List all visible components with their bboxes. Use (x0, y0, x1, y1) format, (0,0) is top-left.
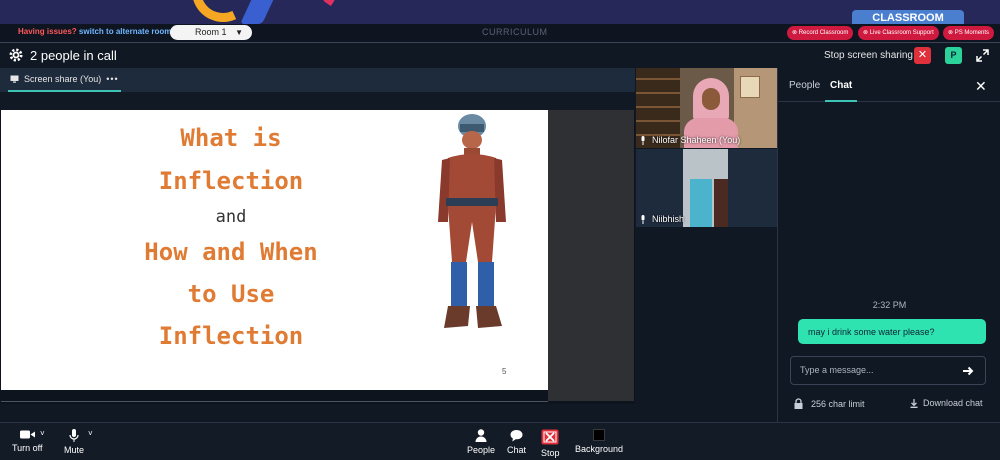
stop-screen-sharing-button[interactable]: ✕ (914, 47, 931, 64)
chat-panel: People Chat ✕ 2:32 PM may i drink some w… (777, 68, 1000, 422)
slide-line-4: How and When (144, 238, 318, 266)
slide-line-5: to Use (187, 280, 275, 308)
more-options-icon[interactable]: ••• (106, 74, 118, 84)
mute-label: Mute (64, 445, 85, 455)
chevron-down-icon[interactable]: ˅ (40, 429, 45, 438)
ps-moments-button[interactable]: ⊗ PS Moments (943, 26, 995, 40)
tab-screen-share[interactable]: Screen share (You) ••• (8, 68, 121, 92)
call-controls: Turn off ˅ Mute ˅ People Chat Stop Backg… (0, 422, 1000, 460)
record-classroom-label: Record Classroom (798, 30, 849, 36)
participant-name-tag: Niibhish (640, 214, 684, 224)
mic-icon (641, 135, 645, 145)
video-tile-self[interactable]: Nilofar Shaheen (You) (636, 68, 777, 148)
chat-tabs: People Chat ✕ (778, 68, 1000, 102)
call-header: 2 people in call Stop screen sharing ✕ P (0, 43, 1000, 68)
divider (1, 401, 548, 402)
poster (740, 76, 760, 98)
people-label: People (467, 445, 496, 455)
slide-line-6: Inflection (158, 322, 304, 350)
chat-timestamp: 2:32 PM (872, 300, 907, 310)
ps-moments-label: PS Moments (954, 30, 990, 36)
lock-icon (794, 398, 803, 409)
stop-share-button[interactable]: Stop (541, 429, 560, 458)
issues-notice: Having issues? switch to alternate room (18, 27, 171, 36)
participant-name-tag: Nilofar Shaheen (You) (640, 135, 740, 145)
turn-off-label: Turn off (12, 443, 43, 453)
chat-button[interactable]: Chat (507, 429, 526, 455)
stop-share-icon (541, 429, 559, 445)
participant-face (702, 88, 720, 110)
presentation-slide: What is Inflection and How and When to U… (1, 110, 548, 390)
tab-people[interactable]: People (789, 80, 820, 91)
tab-chat[interactable]: Chat (825, 68, 858, 102)
gear-icon[interactable] (8, 47, 24, 63)
chevron-down-icon: ▼ (235, 28, 243, 37)
char-limit-info: 256 char limit (794, 398, 865, 409)
room-select-value: Room 1 (195, 27, 227, 37)
background-button[interactable]: Background (575, 429, 623, 454)
record-classroom-button[interactable]: ⊗ Record Classroom (787, 26, 854, 40)
slide-page-number: 5 (502, 367, 507, 376)
slide-line-1: What is (180, 124, 282, 152)
live-support-button[interactable]: ⊗ Live Classroom Support (858, 26, 939, 40)
participant-name: Nilofar Shaheen (You) (652, 135, 741, 145)
call-window: 2 people in call Stop screen sharing ✕ P… (0, 42, 1000, 460)
expand-icon[interactable] (976, 49, 989, 62)
stage-top-strip (0, 92, 635, 110)
participant-silhouette (714, 179, 728, 227)
logo-arc-pink (252, 0, 344, 24)
char-limit-label: 256 char limit (811, 398, 865, 409)
participant-name: Niibhish (652, 214, 685, 224)
mic-icon (69, 429, 79, 442)
close-icon[interactable]: ✕ (975, 78, 987, 95)
background-label: Background (575, 444, 624, 454)
turn-off-camera-button[interactable]: Turn off (12, 429, 43, 453)
curtain (690, 179, 712, 227)
share-tab-bar: Screen share (You) ••• (0, 68, 635, 92)
download-chat-label: Download chat (923, 398, 983, 408)
chat-message-input[interactable]: Type a message... (790, 356, 986, 385)
chevron-down-icon[interactable]: ˅ (88, 429, 93, 438)
stop-screen-sharing-label: Stop screen sharing (824, 50, 913, 61)
slide-line-2: Inflection (158, 167, 304, 195)
download-chat-button[interactable]: Download chat (910, 398, 983, 408)
background-icon (593, 429, 606, 441)
top-banner: CLASSROOM (0, 0, 1000, 24)
people-count: 2 people in call (30, 48, 117, 63)
chat-bubble-icon (510, 430, 523, 442)
mute-button[interactable]: Mute (64, 429, 84, 455)
stop-label: Stop (541, 448, 560, 458)
screen-share-stage: What is Inflection and How and When to U… (0, 92, 635, 404)
screen-share-label: Screen share (You) (24, 74, 102, 84)
slide-line-3: and (215, 207, 247, 227)
mic-icon (641, 214, 645, 224)
download-icon (910, 398, 918, 408)
screen-icon (10, 75, 19, 83)
curriculum-label[interactable]: CURRICULUM (482, 27, 548, 37)
chat-message: may i drink some water please? (798, 319, 986, 344)
classroom-tab[interactable]: CLASSROOM (852, 10, 964, 24)
avatar[interactable]: P (945, 47, 962, 64)
chat-label: Chat (507, 445, 527, 455)
room-select[interactable]: Room 1 ▼ (170, 25, 252, 40)
top-toolbar: Having issues? switch to alternate room … (0, 24, 1000, 42)
issues-text: Having issues? (18, 27, 77, 36)
video-tile-participant[interactable]: Niibhish (636, 149, 777, 227)
live-support-label: Live Classroom Support (869, 30, 934, 36)
camera-icon (19, 430, 35, 439)
alternate-room-link[interactable]: switch to alternate room (79, 27, 171, 36)
send-icon[interactable] (962, 365, 974, 377)
person-icon (475, 429, 487, 442)
character-illustration (438, 114, 506, 328)
people-button[interactable]: People (467, 429, 495, 455)
share-side-panel (548, 110, 634, 401)
